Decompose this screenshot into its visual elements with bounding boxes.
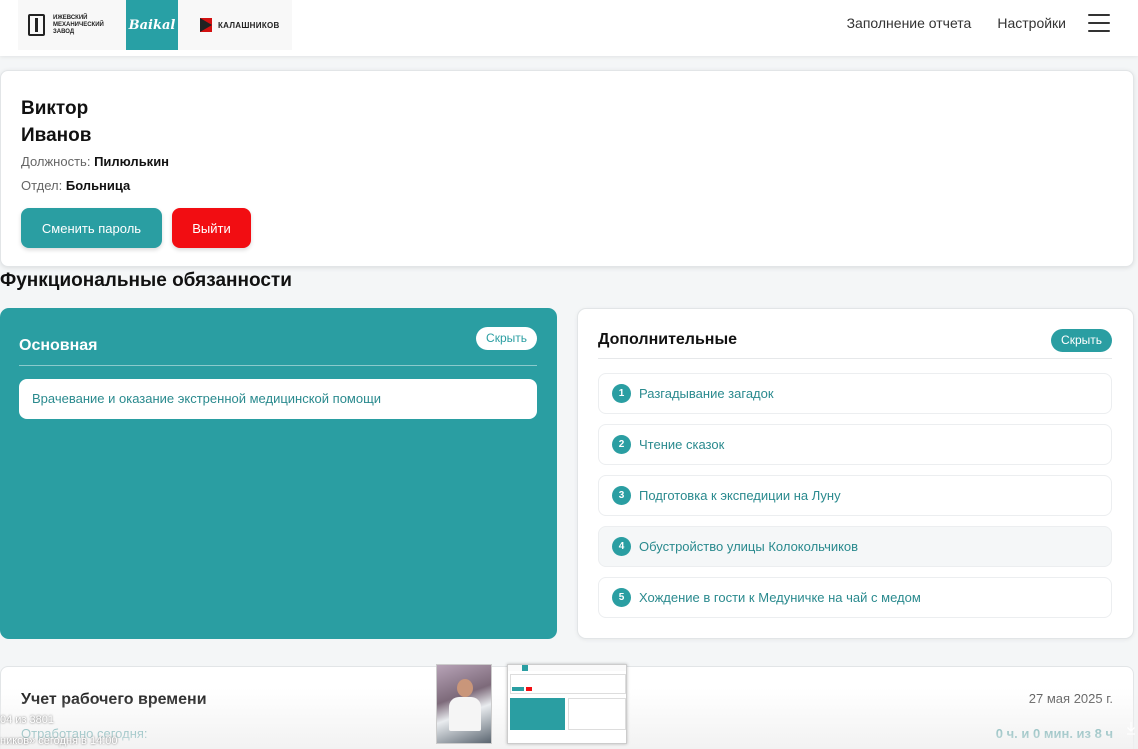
divider: [598, 358, 1112, 359]
person-head: [457, 679, 473, 697]
imz-logo-text: ИЖЕВСКИЙ МЕХАНИЧЕСКИЙ ЗАВОД: [53, 14, 104, 35]
item-number-badge: 1: [612, 384, 631, 403]
additional-duties-list: 1 Разгадывание загадок 2 Чтение сказок 3…: [598, 373, 1112, 628]
user-name: Виктор Иванов: [21, 95, 91, 149]
item-label: Обустройство улицы Колокольчиков: [639, 539, 859, 554]
main-duties-card: Основная Скрыть Врачевание и оказание эк…: [0, 308, 557, 639]
item-label: Хождение в гости к Медуничке на чай с ме…: [639, 590, 921, 605]
additional-duty-item[interactable]: 5 Хождение в гости к Медуничке на чай с …: [598, 577, 1112, 618]
media-counter: 04 из 3801: [0, 714, 55, 726]
additional-duties-title: Дополнительные: [598, 331, 738, 348]
position-label: Должность:: [21, 154, 91, 169]
worked-today-value: 0 ч. и 0 мин. из 8 ч: [995, 726, 1113, 741]
additional-duty-item[interactable]: 3 Подготовка к экспедиции на Луну: [598, 475, 1112, 516]
thumb-button: [526, 687, 532, 691]
change-password-button[interactable]: Сменить пароль: [21, 208, 162, 248]
main-duty-item[interactable]: Врачевание и оказание экстренной медицин…: [19, 379, 537, 419]
logout-button[interactable]: Выйти: [172, 208, 251, 248]
department-value: Больница: [65, 178, 131, 193]
person-body: [449, 697, 481, 731]
nav-report-link[interactable]: Заполнение отчета: [847, 15, 972, 31]
timesheet-date: 27 мая 2025 г.: [1028, 691, 1113, 706]
profile-card: Виктор Иванов Должность: Пилюлькин Отдел…: [0, 70, 1134, 267]
item-number-badge: 3: [612, 486, 631, 505]
main-duties-title: Основная: [19, 337, 98, 354]
baikal-logo[interactable]: Baikal: [126, 0, 178, 50]
thumb-logo: [522, 665, 528, 671]
menu-line: [1088, 22, 1110, 24]
kalashnikov-emblem-icon: [200, 18, 212, 32]
additional-duty-item[interactable]: 2 Чтение сказок: [598, 424, 1112, 465]
duties-section-title: Функциональные обязанности: [0, 270, 292, 291]
item-number-badge: 2: [612, 435, 631, 454]
thumb-additional-card: [568, 698, 626, 730]
position-value: Пилюлькин: [94, 154, 170, 169]
menu-line: [1088, 30, 1110, 32]
kalashnikov-logo-text: КАЛАШНИКОВ: [218, 20, 280, 30]
download-icon[interactable]: [1126, 721, 1136, 735]
menu-line: [1088, 14, 1110, 16]
user-last-name: Иванов: [21, 125, 92, 146]
user-first-name: Виктор: [21, 98, 89, 119]
thumb-main-card: [510, 698, 565, 730]
top-bar: ИЖЕВСКИЙ МЕХАНИЧЕСКИЙ ЗАВОД Baikal КАЛАШ…: [0, 0, 1138, 56]
imz-emblem-icon: [28, 14, 45, 36]
kalashnikov-logo[interactable]: КАЛАШНИКОВ: [200, 18, 280, 32]
department-label: Отдел:: [21, 178, 63, 193]
hamburger-menu-icon[interactable]: [1088, 14, 1110, 32]
nav-settings-link[interactable]: Настройки: [997, 15, 1066, 31]
top-nav: Заполнение отчета Настройки: [821, 14, 1110, 32]
item-label: Подготовка к экспедиции на Луну: [639, 488, 841, 503]
item-label: Разгадывание загадок: [639, 386, 774, 401]
hide-additional-duties-button[interactable]: Скрыть: [1051, 329, 1112, 352]
position-row: Должность: Пилюлькин: [21, 154, 169, 169]
item-label: Чтение сказок: [639, 437, 725, 452]
photo-thumbnail[interactable]: [436, 664, 492, 744]
item-number-badge: 5: [612, 588, 631, 607]
additional-duties-card: Дополнительные Скрыть 1 Разгадывание заг…: [577, 308, 1134, 639]
media-subtitle: ников» сегодня в 14:00: [0, 735, 118, 747]
hide-main-duties-button[interactable]: Скрыть: [476, 327, 537, 350]
additional-duty-item[interactable]: 1 Разгадывание загадок: [598, 373, 1112, 414]
department-row: Отдел: Больница: [21, 178, 130, 193]
thumb-button: [512, 687, 524, 691]
partner-logos: ИЖЕВСКИЙ МЕХАНИЧЕСКИЙ ЗАВОД Baikal КАЛАШ…: [18, 0, 292, 50]
item-number-badge: 4: [612, 537, 631, 556]
thumb-profile: [510, 674, 626, 694]
divider: [19, 365, 537, 366]
additional-duty-item[interactable]: 4 Обустройство улицы Колокольчиков: [598, 526, 1112, 567]
screenshot-thumbnail[interactable]: [507, 664, 627, 744]
imz-logo[interactable]: ИЖЕВСКИЙ МЕХАНИЧЕСКИЙ ЗАВОД: [18, 0, 122, 50]
timesheet-title: Учет рабочего времени: [21, 691, 207, 708]
